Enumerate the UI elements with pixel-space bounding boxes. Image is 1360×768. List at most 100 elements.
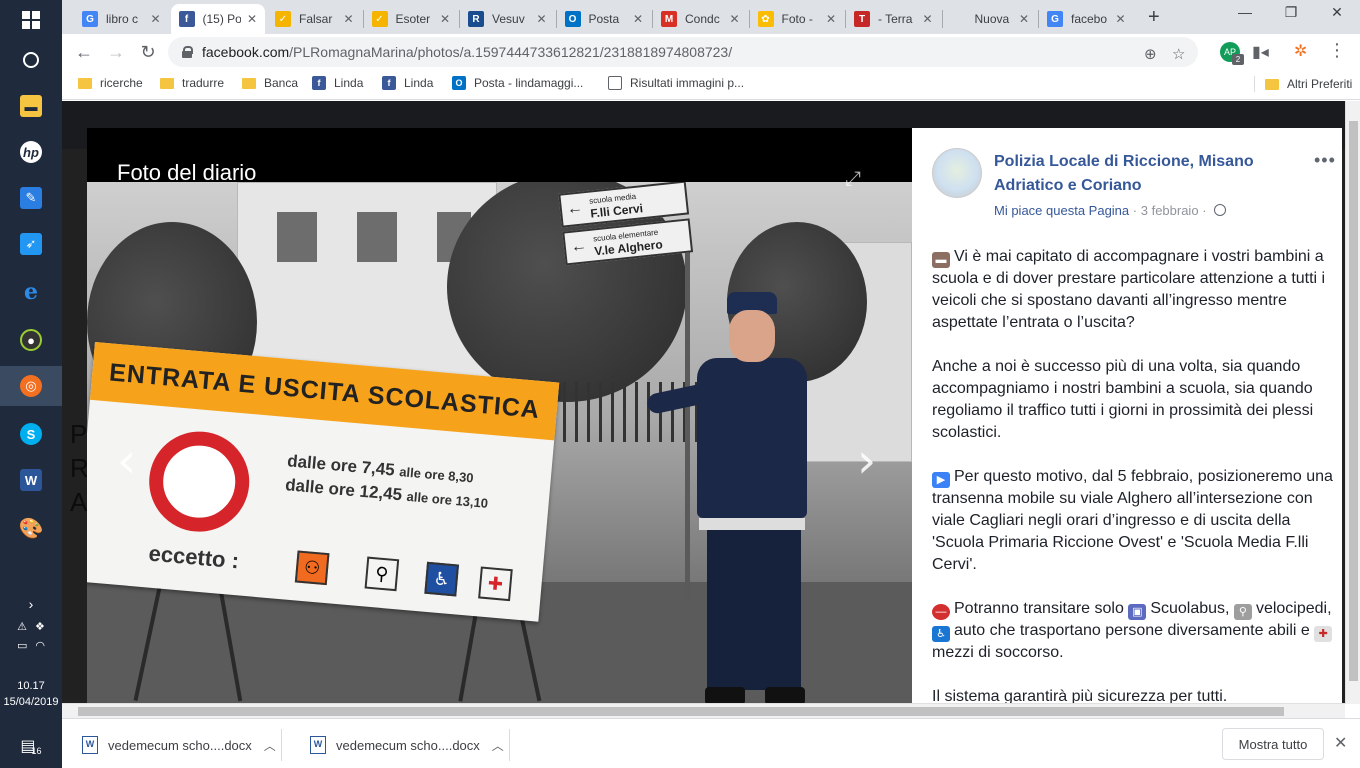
close-tab-icon[interactable]: ✕ (536, 12, 546, 26)
network-warning-icon[interactable]: ⚠ (17, 620, 27, 633)
skype-icon[interactable]: S (0, 414, 62, 454)
paint-icon[interactable]: 🎨 (0, 508, 62, 548)
tab-title: libro c (106, 12, 139, 26)
camera-extension-icon[interactable]: ▮◂ (1252, 42, 1269, 62)
download-item[interactable]: W vedemecum scho....docx ︿ (290, 729, 510, 761)
bookmark-item[interactable]: Banca (242, 76, 298, 90)
tab-5[interactable]: R Vesuv ✕ (460, 4, 555, 34)
battery-icon[interactable]: ▭ (17, 639, 27, 652)
close-tab-icon[interactable]: ✕ (729, 12, 739, 26)
page-name-link[interactable]: Polizia Locale di Riccione, Misano Adria… (994, 150, 1304, 198)
tab-6[interactable]: O Posta ✕ (557, 4, 652, 34)
close-tab-icon[interactable]: ✕ (247, 12, 257, 26)
page-icon (608, 76, 622, 90)
other-bookmarks[interactable]: Altri Preferiti (1254, 76, 1352, 92)
next-photo-arrow[interactable]: › (857, 433, 876, 489)
horizontal-scrollbar[interactable] (62, 703, 1345, 718)
rocket-app-icon[interactable]: ➶ (0, 224, 62, 264)
fullscreen-icon[interactable]: ⤢ (845, 168, 861, 191)
scroll-thumb[interactable] (1349, 121, 1358, 681)
tab-3[interactable]: ✓ Falsar ✕ (267, 4, 362, 34)
extension-icon[interactable]: ✲ (1294, 41, 1307, 61)
tab-title: Vesuv (492, 12, 525, 26)
tab-8[interactable]: ✿ Foto - ✕ (750, 4, 845, 34)
tab-favicon-icon: T (854, 11, 870, 27)
file-explorer-icon[interactable]: ▬ (0, 86, 62, 126)
forward-button[interactable]: → (104, 40, 128, 64)
close-tab-icon[interactable]: ✕ (826, 12, 836, 26)
tab-favicon-icon: ✓ (371, 11, 388, 27)
tab-4[interactable]: ✓ Esoter ✕ (364, 4, 459, 34)
chrome-taskbar-icon[interactable]: ◎ (0, 366, 62, 406)
system-clock[interactable]: 10.17 15/04/2019 (0, 678, 62, 710)
hp-icon[interactable]: hp (0, 132, 62, 172)
edge-icon[interactable]: e (0, 272, 62, 312)
bookmark-item[interactable]: tradurre (160, 76, 224, 90)
bookmark-item[interactable]: ricerche (78, 76, 143, 90)
tab-1[interactable]: Glibro c ✕ (74, 4, 169, 34)
chevron-up-icon[interactable]: ︿ (492, 737, 504, 754)
cortana-search-icon[interactable] (0, 40, 62, 80)
maximize-button[interactable]: ❐ (1268, 4, 1314, 21)
back-button[interactable]: ← (72, 40, 96, 64)
tab-favicon-icon: R (468, 11, 484, 27)
zoom-icon[interactable]: ⊕ (1144, 45, 1157, 63)
close-tab-icon[interactable]: ✕ (922, 12, 932, 26)
tab-title: facebo (1071, 12, 1108, 26)
facebook-page: P R A (62, 101, 1360, 704)
minimize-button[interactable]: — (1222, 4, 1268, 20)
photo-album-title: Foto del diario (117, 160, 257, 185)
previous-photo-arrow[interactable]: ‹ (117, 433, 136, 489)
tab-7[interactable]: M Condc ✕ (653, 4, 748, 34)
close-window-button[interactable]: ✕ (1314, 4, 1360, 21)
new-tab-button[interactable]: + (1148, 6, 1160, 29)
close-downloads-icon[interactable]: ✕ (1334, 733, 1347, 753)
show-all-downloads-button[interactable]: Mostra tutto (1222, 728, 1324, 760)
scroll-thumb-horizontal[interactable] (78, 707, 1284, 716)
post-date[interactable]: 3 febbraio (1141, 203, 1199, 218)
download-item[interactable]: W vedemecum scho....docx ︿ (62, 729, 282, 761)
wifi-icon[interactable]: ◠ (35, 639, 45, 652)
chevron-up-icon[interactable]: ︿ (264, 737, 276, 754)
vertical-scrollbar[interactable] (1345, 101, 1360, 704)
folder-icon (242, 77, 256, 89)
camera-app-icon[interactable]: ● (0, 320, 62, 360)
facebook-icon: f (312, 76, 326, 90)
reload-button[interactable]: ↻ (136, 40, 160, 64)
windows-start-icon[interactable] (0, 0, 62, 40)
close-tab-icon[interactable]: ✕ (633, 12, 643, 26)
word-file-icon: W (310, 736, 326, 754)
bookmark-item[interactable]: f Linda (382, 76, 433, 90)
tab-favicon-icon: G (1047, 11, 1063, 27)
more-options-icon[interactable]: ••• (1314, 150, 1336, 171)
word-icon[interactable]: W (0, 460, 62, 500)
tab-9[interactable]: T - Terra ✕ (846, 4, 941, 34)
address-bar[interactable]: facebook.com/PLRomagnaMarina/photos/a.15… (168, 37, 1198, 67)
close-tab-icon[interactable]: ✕ (1115, 12, 1125, 26)
folder-icon (1265, 78, 1279, 90)
photo[interactable]: scuola media F.lli Cervi scuola elementa… (87, 182, 912, 704)
document-app-icon[interactable]: ✎ (0, 178, 62, 218)
bookmark-item[interactable]: Risultati immagini p... (608, 76, 744, 90)
tab-title: Esoter (395, 12, 431, 26)
action-center-icon[interactable]: ▤ 16 (0, 726, 62, 766)
tab-10[interactable]: Nuova sch ✕ (943, 4, 1038, 34)
bookmarks-bar: ricerche tradurre Banca f Linda f Linda O Posta … (62, 70, 1360, 100)
like-page-link[interactable]: Mi piace questa Pagina (994, 203, 1129, 218)
tray-expand-icon[interactable]: › (0, 596, 62, 616)
close-tab-icon[interactable]: ✕ (440, 12, 450, 26)
lock-icon[interactable] (182, 46, 193, 58)
close-tab-icon[interactable]: ✕ (343, 12, 353, 26)
bookmark-item[interactable]: O Posta - lindamaggi... (452, 76, 583, 90)
tab-title: - Terra (878, 12, 913, 26)
tab-2[interactable]: f (15) Po ✕ (170, 4, 265, 34)
tab-11[interactable]: Gfacebo ✕ (1039, 4, 1134, 34)
bookmark-star-icon[interactable]: ☆ (1172, 45, 1185, 63)
page-avatar[interactable] (932, 148, 982, 198)
no-entry-icon (145, 427, 254, 536)
close-tab-icon[interactable]: ✕ (1019, 12, 1029, 26)
chrome-menu-icon[interactable]: ⋮ (1328, 40, 1346, 61)
close-tab-icon[interactable]: ✕ (150, 12, 160, 26)
bookmark-item[interactable]: f Linda (312, 76, 363, 90)
dropbox-icon[interactable]: ❖ (35, 620, 45, 633)
